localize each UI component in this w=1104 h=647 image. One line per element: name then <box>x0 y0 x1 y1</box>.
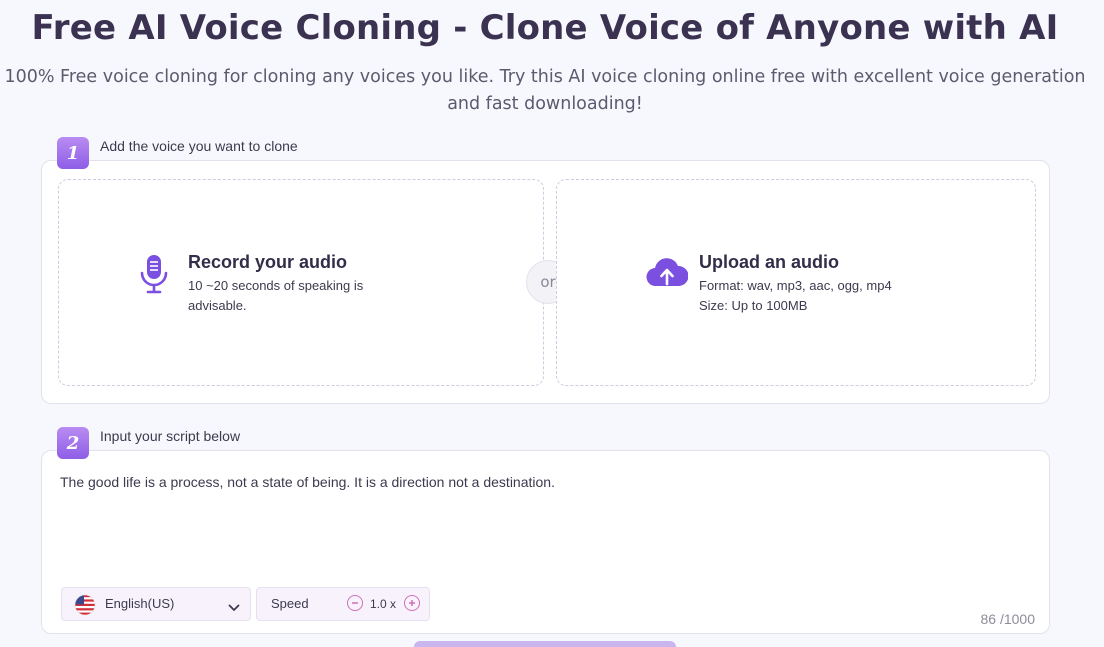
step-1-label: Add the voice you want to clone <box>100 138 298 154</box>
upload-size: Size: Up to 100MB <box>699 298 808 313</box>
record-desc: 10 ~20 seconds of speaking is advisable. <box>188 276 363 316</box>
page-subtitle: 100% Free voice cloning for cloning any … <box>0 64 1090 118</box>
subtitle-line-2: and fast downloading! <box>447 94 643 114</box>
speed-control: Speed 1.0 x <box>256 587 430 621</box>
record-desc-line-1: 10 ~20 seconds of speaking is <box>188 278 364 293</box>
language-label: English(US) <box>105 596 175 611</box>
cloud-upload-icon <box>646 256 689 292</box>
upload-audio-dropzone[interactable]: Upload an audio Format: wav, mp3, aac, o… <box>556 179 1036 386</box>
speed-increase-button[interactable] <box>404 595 420 611</box>
record-title: Record your audio <box>188 252 348 272</box>
generate-button-edge[interactable] <box>414 641 676 647</box>
upload-title: Upload an audio <box>699 252 840 272</box>
chevron-down-icon <box>228 598 240 617</box>
speed-decrease-button[interactable] <box>347 595 363 611</box>
us-flag-icon <box>74 594 96 620</box>
microphone-icon <box>139 254 173 298</box>
record-audio-dropzone[interactable]: Record your audio 10 ~20 seconds of spea… <box>58 179 544 386</box>
speed-label: Speed <box>271 596 309 611</box>
step-2-badge: 2 <box>57 427 89 459</box>
language-select[interactable]: English(US) <box>61 587 251 621</box>
upload-desc: Format: wav, mp3, aac, ogg, mp4 Size: Up… <box>699 276 892 316</box>
character-counter: 86 /1000 <box>980 611 1036 627</box>
page-title: Free AI Voice Cloning - Clone Voice of A… <box>31 8 1059 48</box>
step-2-label: Input your script below <box>100 428 241 444</box>
record-desc-line-2: advisable. <box>188 298 247 313</box>
step-1-badge: 1 <box>57 137 89 169</box>
speed-value: 1.0 x <box>370 597 397 611</box>
upload-format: Format: wav, mp3, aac, ogg, mp4 <box>699 278 892 293</box>
subtitle-line-1: 100% Free voice cloning for cloning any … <box>4 67 1086 87</box>
script-textarea[interactable]: The good life is a process, not a state … <box>60 474 1020 490</box>
